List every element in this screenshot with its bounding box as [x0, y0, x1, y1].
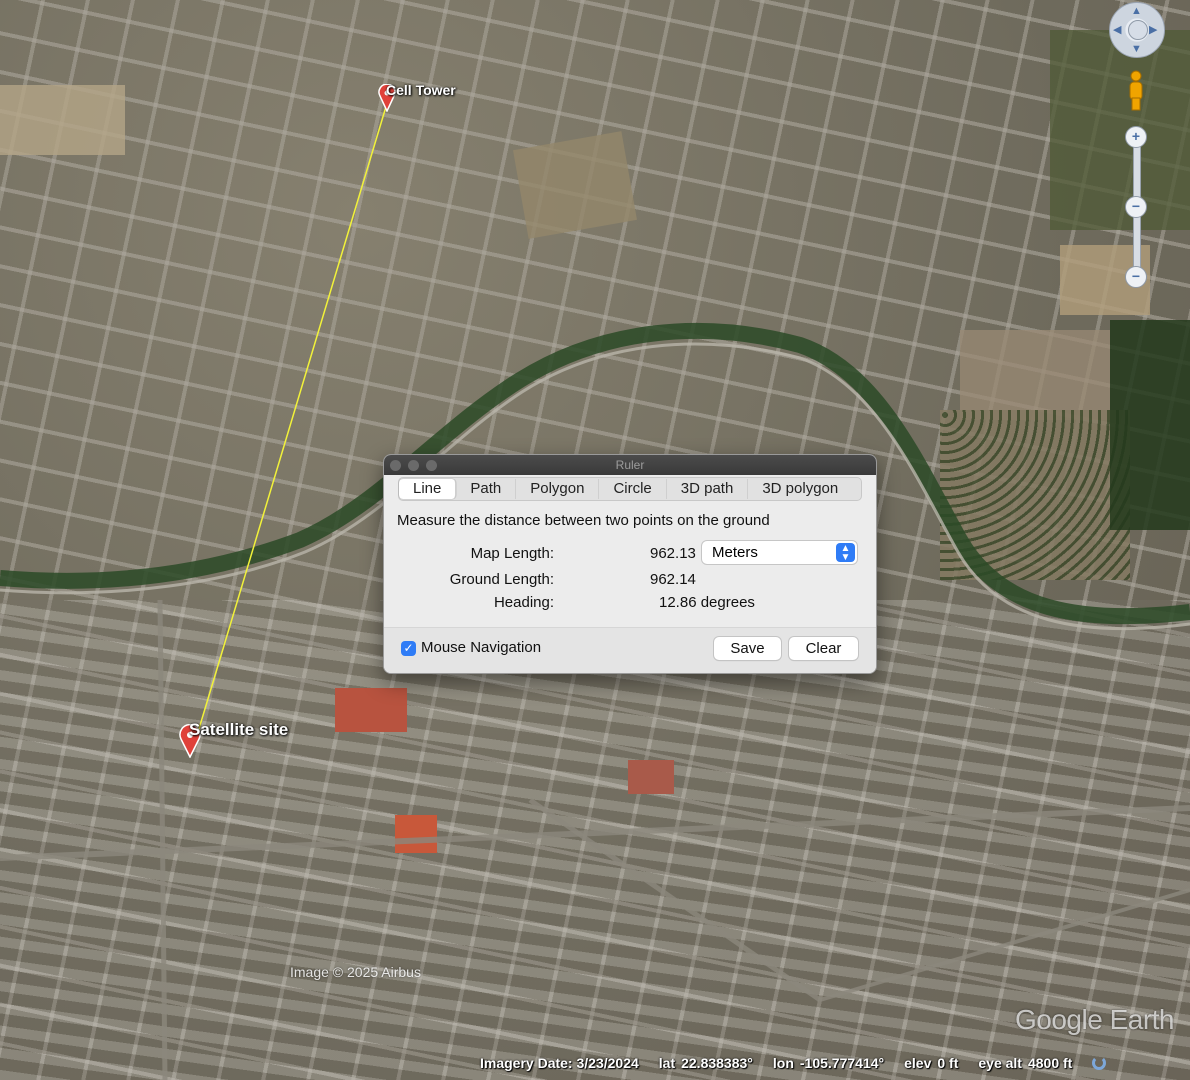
- save-button[interactable]: Save: [714, 637, 781, 660]
- heading-label: Heading:: [493, 594, 554, 611]
- ruler-tabs: Line Path Polygon Circle 3D path 3D poly…: [398, 477, 862, 501]
- chevron-left-icon[interactable]: ◀: [1113, 23, 1121, 36]
- map-length-label: Map Length:: [470, 545, 554, 562]
- tab-3d-path[interactable]: 3D path: [667, 479, 749, 499]
- elev-value: 0 ft: [937, 1055, 959, 1071]
- tab-path[interactable]: Path: [456, 479, 517, 499]
- navigation-controls: ▲ ▼ ◀ ▶ + − −: [1105, 0, 1175, 300]
- zoom-slider-thumb[interactable]: −: [1125, 196, 1147, 218]
- imagery-credit: Image © 2025 Airbus: [290, 964, 421, 980]
- select-chevron-icon: ▲ ▼: [836, 543, 855, 563]
- unit-select[interactable]: Meters ▲ ▼: [702, 541, 857, 564]
- placemark-label[interactable]: Satellite site: [189, 720, 288, 740]
- zoom-in-icon[interactable]: +: [1125, 126, 1147, 148]
- ruler-titlebar[interactable]: Ruler: [384, 455, 876, 475]
- tab-line[interactable]: Line: [399, 479, 457, 499]
- hand-icon[interactable]: [1128, 20, 1148, 40]
- tab-polygon[interactable]: Polygon: [516, 479, 600, 499]
- clear-button[interactable]: Clear: [789, 637, 858, 660]
- map-length-value: 962.13: [650, 545, 696, 562]
- main-road: [0, 805, 1190, 861]
- lon-label: lon: [772, 1055, 794, 1071]
- chevron-down-icon[interactable]: ▼: [1131, 43, 1142, 55]
- chevron-right-icon[interactable]: ▶: [1149, 23, 1157, 36]
- zoom-window-button[interactable]: [426, 460, 437, 471]
- elev-label: elev: [904, 1055, 932, 1071]
- minimize-window-button[interactable]: [408, 460, 419, 471]
- imagery-date: Imagery Date: 3/23/2024: [480, 1055, 639, 1071]
- lat-label: lat: [658, 1055, 676, 1071]
- zoom-out-icon[interactable]: −: [1125, 266, 1147, 288]
- loading-spinner-icon: [1092, 1056, 1107, 1070]
- lat-value: 22.838383°: [681, 1055, 753, 1071]
- status-bar: Imagery Date: 3/23/2024 lat 22.838383° l…: [480, 1052, 1107, 1074]
- google-earth-logo: Google Earth: [1015, 1004, 1175, 1035]
- measure-line: [191, 99, 389, 753]
- ruler-description: Measure the distance between two points …: [397, 512, 770, 529]
- chevron-up-icon[interactable]: ▲: [1131, 5, 1142, 17]
- ground-length-label: Ground Length:: [449, 571, 554, 588]
- ruler-dialog: Ruler Line Path Polygon Circle 3D path 3…: [383, 454, 877, 674]
- main-road: [157, 599, 168, 1080]
- mouse-navigation-label[interactable]: Mouse Navigation: [421, 639, 541, 656]
- window-title: Ruler: [615, 458, 645, 472]
- window-controls: [390, 460, 437, 471]
- unit-select-value: Meters: [712, 544, 758, 561]
- look-joystick-icon[interactable]: ▲ ▼ ◀ ▶: [1109, 2, 1165, 58]
- placemark-label[interactable]: Cell Tower: [386, 82, 456, 98]
- street-view-pegman-icon[interactable]: [1125, 70, 1147, 112]
- divider: [384, 627, 876, 628]
- close-window-button[interactable]: [390, 460, 401, 471]
- lon-value: -105.777414°: [799, 1055, 885, 1071]
- tab-circle[interactable]: Circle: [599, 479, 667, 499]
- heading-value: 12.86 degrees: [659, 594, 755, 611]
- main-road: [819, 888, 1190, 1002]
- eye-alt-label: eye alt: [978, 1055, 1022, 1071]
- eye-alt-value: 4800 ft: [1027, 1055, 1073, 1071]
- tab-3d-polygon[interactable]: 3D polygon: [748, 479, 852, 499]
- mouse-navigation-checkbox[interactable]: ✓: [401, 641, 416, 656]
- ground-length-value: 962.14: [650, 571, 696, 588]
